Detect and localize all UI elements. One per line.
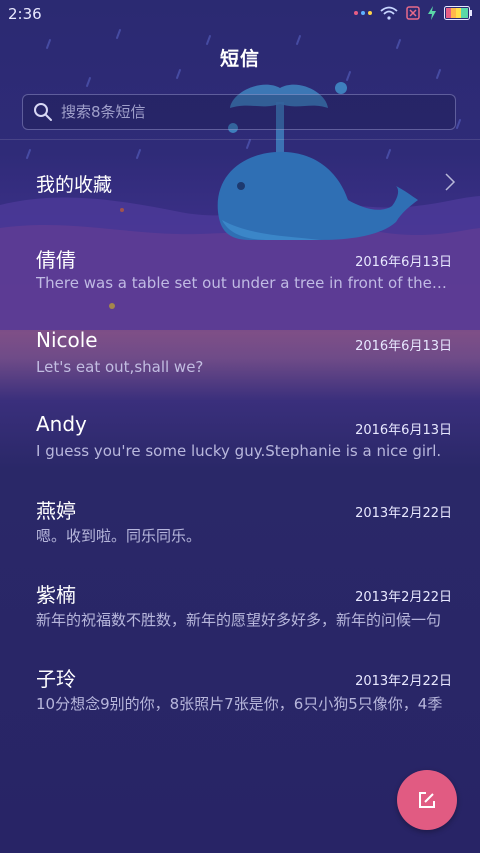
- chevron-right-icon: [445, 173, 456, 191]
- status-bar: 2:36: [0, 0, 480, 28]
- message-date: 2013年2月22日: [355, 590, 452, 605]
- status-icons: [354, 6, 472, 20]
- message-date: 2013年2月22日: [355, 506, 452, 521]
- charging-icon: [428, 6, 436, 20]
- divider: [0, 139, 480, 140]
- contact-name: Nicole: [36, 328, 98, 352]
- conversation-item[interactable]: 燕婷 2013年2月22日 嗯。收到啦。同乐同乐。: [0, 495, 480, 573]
- search-icon: [34, 103, 52, 121]
- conversation-item[interactable]: Andy 2016年6月13日 I guess you're some luck…: [0, 412, 480, 490]
- favorites-item[interactable]: 我的收藏: [0, 160, 480, 204]
- contact-name: 燕婷: [36, 499, 76, 523]
- notification-dots-icon: [354, 11, 372, 15]
- contact-name: 紫楠: [36, 583, 76, 607]
- status-time: 2:36: [8, 5, 42, 23]
- compose-button[interactable]: [397, 770, 457, 830]
- message-preview: 嗯。收到啦。同乐同乐。: [36, 527, 202, 545]
- message-preview: 10分想念9别的你，8张照片7张是你，6只小狗5只像你，4季: [36, 695, 443, 713]
- battery-icon: [444, 6, 472, 20]
- conversation-item[interactable]: Nicole 2016年6月13日 Let's eat out,shall we…: [0, 328, 480, 406]
- message-preview: I guess you're some lucky guy.Stephanie …: [36, 442, 442, 460]
- conversation-item[interactable]: 倩倩 2016年6月13日 There was a table set out …: [0, 244, 480, 322]
- edit-icon: [419, 792, 435, 808]
- conversation-item[interactable]: 子玲 2013年2月22日 10分想念9别的你，8张照片7张是你，6只小狗5只像…: [0, 663, 480, 741]
- wifi-icon: [380, 6, 398, 20]
- message-date: 2016年6月13日: [355, 423, 452, 438]
- conversation-item[interactable]: 紫楠 2013年2月22日 新年的祝福数不胜数，新年的愿望好多好多，新年的问候一…: [0, 579, 480, 657]
- no-sim-icon: [406, 6, 420, 20]
- message-date: 2013年2月22日: [355, 674, 452, 689]
- search-input[interactable]: [59, 102, 443, 122]
- contact-name: 倩倩: [36, 248, 76, 272]
- message-date: 2016年6月13日: [355, 339, 452, 354]
- search-bar[interactable]: [22, 94, 456, 130]
- contact-name: 子玲: [36, 667, 76, 691]
- message-preview: 新年的祝福数不胜数，新年的愿望好多好多，新年的问候一句: [36, 611, 442, 629]
- message-preview: Let's eat out,shall we?: [36, 358, 204, 376]
- message-preview: There was a table set out under a tree i…: [36, 274, 450, 292]
- favorites-label: 我的收藏: [36, 174, 113, 196]
- page-title: 短信: [219, 48, 260, 70]
- message-date: 2016年6月13日: [355, 255, 452, 270]
- contact-name: Andy: [36, 412, 87, 436]
